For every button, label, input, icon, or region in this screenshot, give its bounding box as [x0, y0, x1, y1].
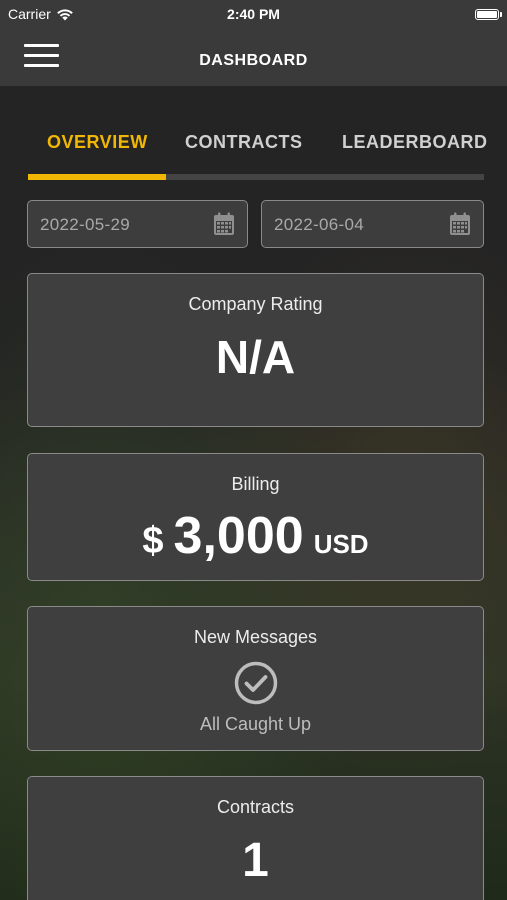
messages-status: All Caught Up	[199, 714, 312, 734]
wifi-icon	[56, 8, 73, 20]
status-bar: Carrier 2:40 PM	[0, 0, 507, 28]
end-date-field[interactable]: 2022-06-04	[261, 200, 484, 248]
tab-overview[interactable]: OVERVIEW	[47, 132, 148, 153]
end-date-value: 2022-06-04	[274, 215, 364, 234]
billing-card[interactable]: Billing $ 3,000 USD	[27, 453, 484, 581]
company-rating-value: N/A	[215, 331, 296, 383]
new-messages-card[interactable]: New Messages All Caught Up	[27, 606, 484, 751]
currency-symbol: $	[142, 520, 164, 562]
tab-bar: OVERVIEW CONTRACTS LEADERBOARD	[28, 128, 487, 160]
contracts-count: 1	[242, 834, 269, 887]
contracts-card[interactable]: Contracts 1	[27, 776, 484, 900]
start-date-field[interactable]: 2022-05-29	[27, 200, 248, 248]
carrier-label: Carrier	[8, 6, 51, 22]
status-time: 2:40 PM	[227, 6, 280, 22]
tab-leaderboard[interactable]: LEADERBOARD	[342, 132, 488, 153]
check-circle-icon	[234, 661, 277, 705]
card-title: Company Rating	[188, 294, 323, 314]
nav-bar: DASHBOARD	[0, 28, 507, 86]
tab-contracts[interactable]: CONTRACTS	[185, 132, 303, 153]
billing-amount-row: $ 3,000 USD	[28, 506, 483, 566]
card-title: New Messages	[193, 627, 318, 647]
page-title: DASHBOARD	[199, 52, 308, 69]
start-date-value: 2022-05-29	[40, 215, 130, 234]
calendar-icon[interactable]	[213, 212, 235, 236]
company-rating-card[interactable]: Company Rating N/A	[27, 273, 484, 427]
tab-track	[28, 174, 484, 180]
card-title: Billing	[231, 474, 280, 494]
carrier-group: Carrier	[8, 6, 74, 22]
currency-code: USD	[313, 529, 369, 559]
calendar-icon[interactable]	[449, 212, 471, 236]
battery-icon	[475, 8, 502, 20]
billing-amount: 3,000	[173, 507, 304, 565]
tab-active-indicator	[28, 174, 166, 180]
card-title: Contracts	[216, 797, 295, 817]
dashboard-screen: Carrier 2:40 PM DASHBOARD OVERVIEW CONTR…	[0, 0, 507, 900]
